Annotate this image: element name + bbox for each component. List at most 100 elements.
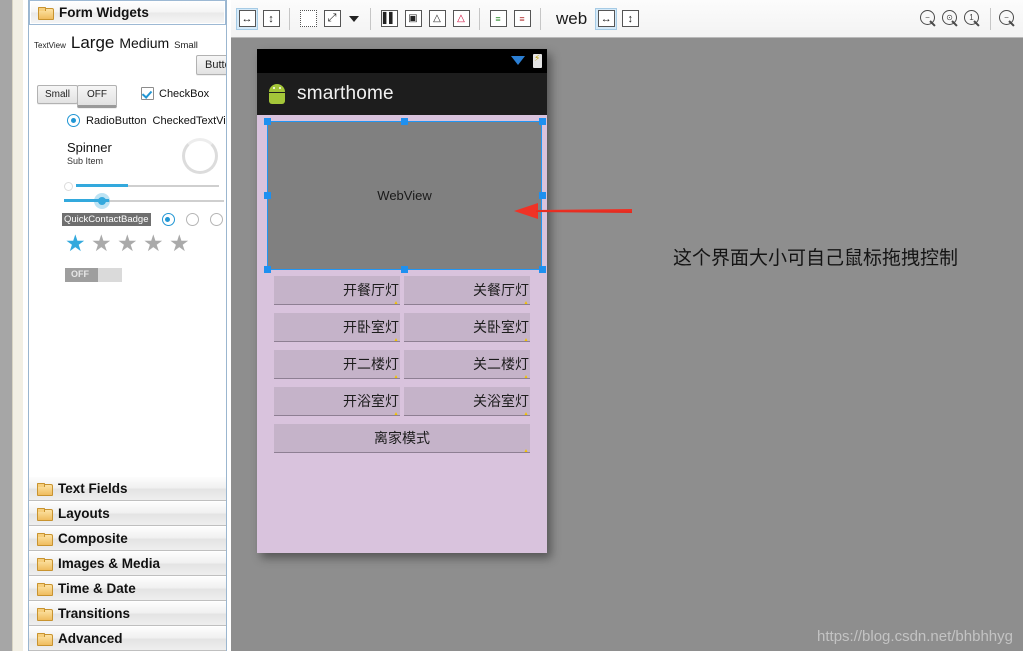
palette-category-time-date[interactable]: Time & Date [29,576,226,601]
toggle-button-sample[interactable]: OFF [77,85,117,108]
arrows-vertical-icon: ↕ [621,10,639,27]
progressbar-large-icon[interactable] [182,138,218,174]
watermark: https://blog.csdn.net/bhbhhyg [817,628,1013,645]
palette-category-label: Time & Date [58,581,136,596]
progressbar-horizontal-sample[interactable] [64,180,219,191]
button-close-bedroom-light[interactable]: 关卧室灯 [404,313,530,342]
radio-empty-icon-1[interactable] [185,213,199,226]
spinner-sample[interactable]: Spinner Sub Item [67,140,112,166]
webview-widget[interactable]: WebView [267,121,542,270]
selection-handle-mid-left[interactable] [264,192,271,199]
quickcontactbadge-sample[interactable]: QuickContactBadge [62,213,151,226]
show-columns-button[interactable]: ≡ [511,8,533,30]
palette-category-layouts[interactable]: Layouts [29,501,226,526]
radio-selected-icon[interactable] [161,213,175,226]
button-close-bathroom-light[interactable]: 关浴室灯 [404,387,530,416]
button-open-dining-light[interactable]: 开餐厅灯 [274,276,400,305]
chevron-down-icon[interactable] [349,15,359,22]
toolbar-separator [990,7,991,30]
palette-category-composite[interactable]: Composite [29,526,226,551]
button-row: 开二楼灯 关二楼灯 [274,350,530,379]
button-label: 开二楼灯 [343,356,399,372]
baseline-align-off-button[interactable]: △ [450,8,472,30]
center-horizontal-button[interactable]: ▣ [402,8,424,30]
palette-category-text-fields[interactable]: Text Fields [29,476,226,501]
small-button-sample[interactable]: Small [37,85,79,104]
battery-charging-icon [533,53,542,68]
selection-handle-top-center[interactable] [401,118,408,125]
radiobutton-sample[interactable]: RadioButton CheckedTextView [67,114,226,127]
palette-category-label: Form Widgets [59,5,149,20]
config-label[interactable]: web [556,9,587,29]
ratingbar-sample[interactable]: ★ ★ ★ ★ ★ [65,230,191,256]
textview-small-sample[interactable]: Small [174,40,198,51]
button-open-second-floor-light[interactable]: 开二楼灯 [274,350,400,379]
selection-handle-bottom-right[interactable] [539,266,546,273]
palette-category-transitions[interactable]: Transitions [29,601,226,626]
warning-icon [391,338,400,341]
expand-all-button[interactable]: ⤢ [321,8,343,30]
warning-icon [391,412,400,415]
checkbox-sample[interactable]: CheckBox [141,87,209,100]
zoom-in-button[interactable]: − [999,9,1017,28]
star-icon-empty-4: ★ [169,230,190,256]
selection-handle-bottom-center[interactable] [401,266,408,273]
android-status-bar [257,49,547,73]
button-sample[interactable]: Button [196,55,226,75]
button-open-bathroom-light[interactable]: 开浴室灯 [274,387,400,416]
seekbar-thumb[interactable] [98,197,106,205]
config-fit-height-button[interactable]: ↕ [619,8,641,30]
textview-large-sample[interactable]: Large [71,33,114,53]
zoom-out-button[interactable]: − [920,9,938,28]
config-fit-width-button[interactable]: ↔ [595,7,618,30]
design-canvas[interactable]: smarthome WebView 开餐厅灯 关餐厅 [231,38,1023,651]
arrows-horizontal-icon: ↔ [597,10,615,27]
marquee-select-button[interactable] [297,8,319,30]
spinner-subitem-label: Sub Item [67,156,104,166]
button-open-bedroom-light[interactable]: 开卧室灯 [274,313,400,342]
palette-category-form-widgets[interactable]: Form Widgets [29,0,226,25]
radio-empty-icon-2[interactable] [209,213,223,226]
textview-medium-sample[interactable]: Medium [119,35,169,51]
android-robot-icon [267,84,287,104]
selection-handle-top-left[interactable] [264,118,271,125]
widget-palette: Form Widgets TextView Large Medium Small… [28,0,227,651]
spinner-label: Spinner [67,140,112,155]
button-close-dining-light[interactable]: 关餐厅灯 [404,276,530,305]
distribute-horizontal-button[interactable]: ▌▌ [378,8,400,30]
warning-icon [391,375,400,378]
palette-category-images-media[interactable]: Images & Media [29,551,226,576]
palette-category-label: Composite [58,531,128,546]
arrow-shaft [536,209,632,213]
app-title: smarthome [297,83,394,104]
selection-handle-bottom-left[interactable] [264,266,271,273]
device-preview[interactable]: smarthome WebView 开餐厅灯 关餐厅 [257,49,547,553]
button-label: 开餐厅灯 [343,282,399,298]
palette-category-advanced[interactable]: Advanced [29,626,226,651]
folder-icon [37,582,53,596]
star-icon-filled: ★ [65,230,86,256]
button-row: 开餐厅灯 关餐厅灯 [274,276,530,305]
seekbar-sample[interactable] [64,193,224,209]
zoom-fit-button[interactable]: ⊙ [942,9,960,28]
palette-category-label: Advanced [58,631,123,646]
checkedtextview-label[interactable]: CheckedTextView [153,115,226,127]
folder-icon [37,607,53,621]
selection-handle-mid-right[interactable] [539,192,546,199]
baseline-align-button[interactable]: △ [426,8,448,30]
button-close-second-floor-light[interactable]: 关二楼灯 [404,350,530,379]
button-label: 关二楼灯 [473,356,529,372]
folder-icon [37,507,53,521]
toolbar-separator [370,7,371,30]
show-rows-button[interactable]: ≡ [487,8,509,30]
app-window: Form Widgets TextView Large Medium Small… [0,0,1023,651]
button-away-mode[interactable]: 离家模式 [274,424,530,453]
zoom-100-button[interactable]: 1 [964,9,982,28]
textview-sample[interactable]: TextView [34,41,66,50]
switch-sample[interactable]: OFF [65,268,122,282]
palette-category-label: Layouts [58,506,110,521]
selection-handle-top-right[interactable] [539,118,546,125]
fit-width-button[interactable]: ↔ [236,7,258,30]
fit-height-button[interactable]: ↕ [260,8,282,30]
button-row: 开浴室灯 关浴室灯 [274,387,530,416]
